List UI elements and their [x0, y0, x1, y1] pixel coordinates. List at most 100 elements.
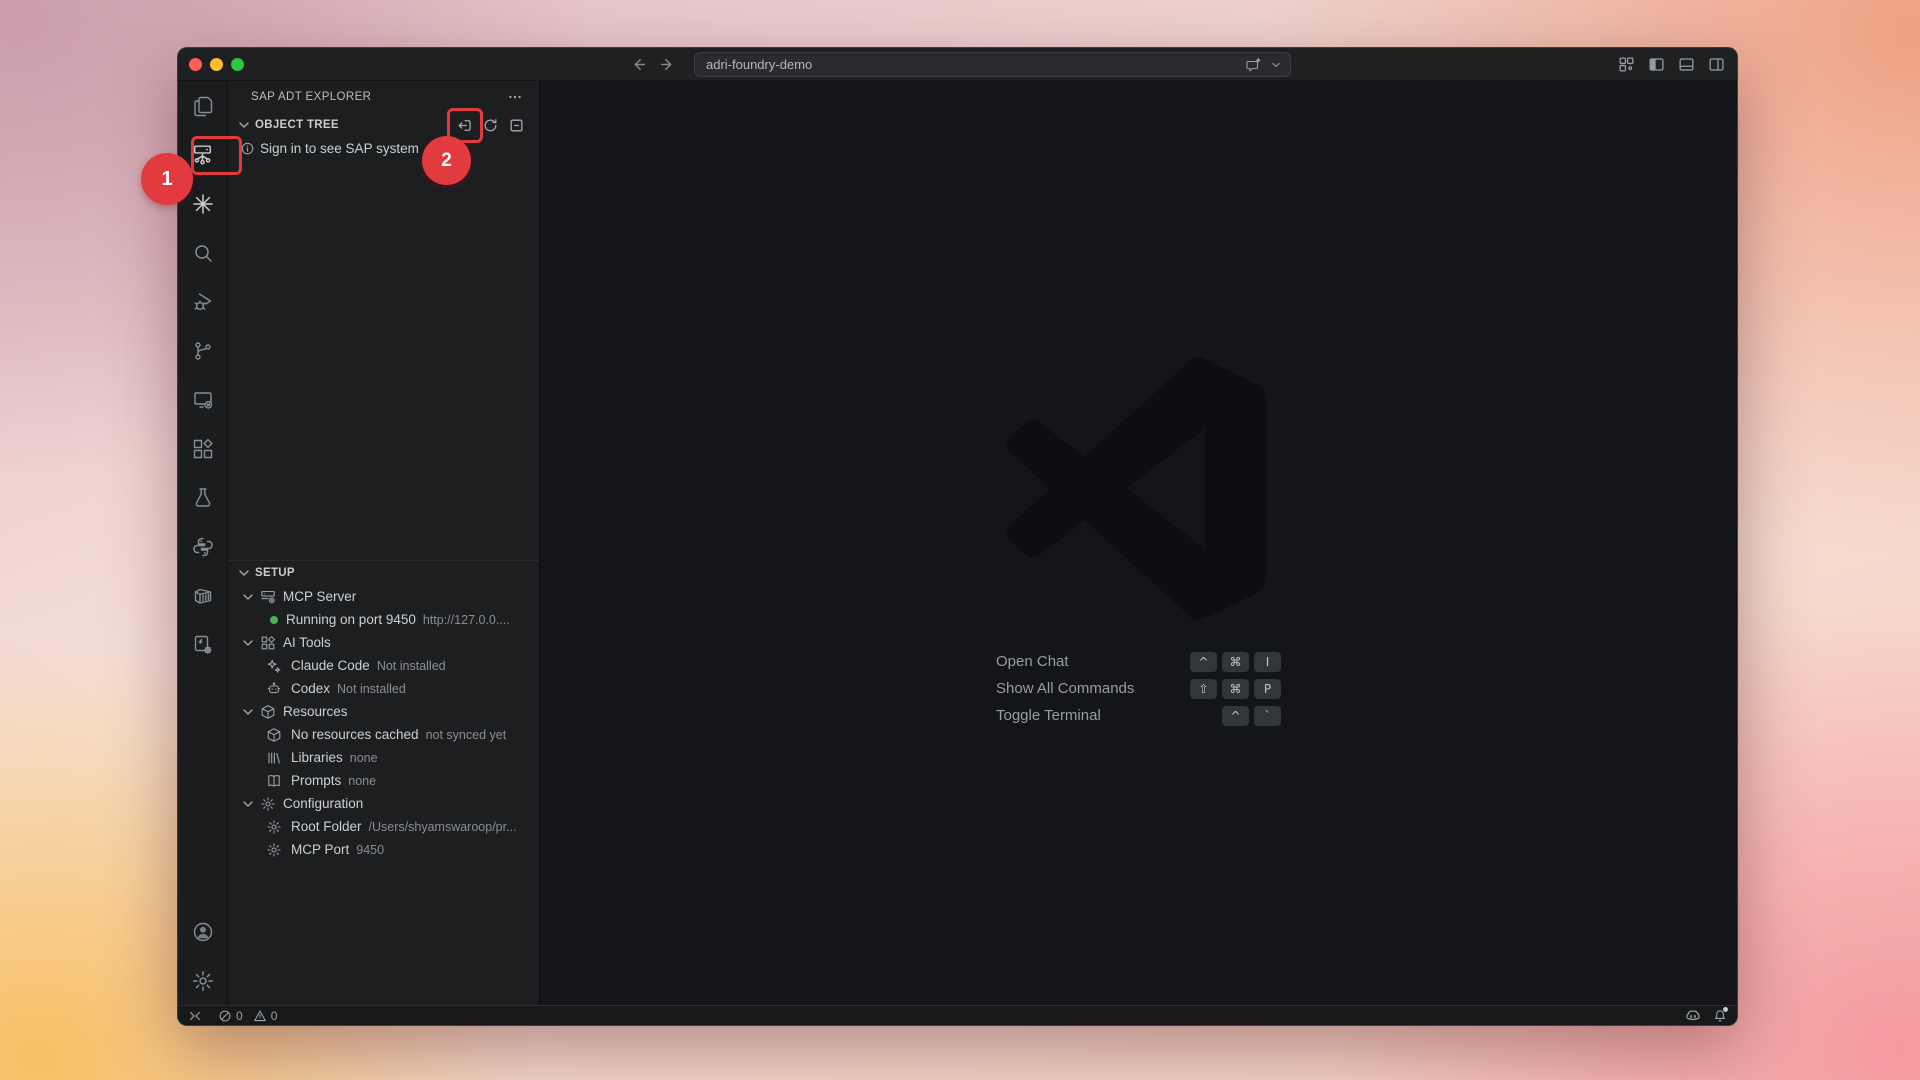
remote-indicator-icon[interactable] [188, 1009, 202, 1023]
navigate-back-icon[interactable] [630, 56, 647, 73]
tree-row-server-status[interactable]: Running on port 9450 http://127.0.0.... [228, 608, 539, 631]
chat-dropdown-chevron-icon[interactable] [1270, 59, 1282, 71]
tools-grid-icon [260, 635, 276, 651]
tree-row-libraries[interactable]: Libraries none [228, 746, 539, 769]
activity-bar [178, 81, 228, 1005]
tree-row-configuration[interactable]: Configuration [228, 792, 539, 815]
desktop: { "titlebar": { "search_text": "adri-fou… [0, 0, 1920, 1080]
navigate-forward-icon[interactable] [659, 56, 676, 73]
python-icon[interactable] [178, 522, 228, 571]
toggle-secondary-sidebar-icon[interactable] [1708, 56, 1725, 73]
tree-label: Claude Code [291, 658, 370, 673]
zoom-window-button[interactable] [231, 58, 244, 71]
tree-value: Not installed [377, 659, 446, 673]
extensions-icon[interactable] [178, 424, 228, 473]
package-icon [266, 727, 282, 743]
key-ctrl: ^ [1222, 706, 1249, 726]
book-icon [266, 773, 282, 789]
chevron-down-icon [240, 635, 256, 651]
vscode-window: adri-foundry-demo [177, 47, 1738, 1026]
tree-label: MCP Server [283, 589, 356, 604]
status-bar: 0 0 [178, 1005, 1737, 1025]
tree-label: No resources cached [291, 727, 419, 742]
key-backtick: ` [1254, 706, 1281, 726]
tree-row-resources[interactable]: Resources [228, 700, 539, 723]
containers-icon[interactable] [178, 571, 228, 620]
package-icon [260, 704, 276, 720]
annotation-step-1-badge: 1 [141, 153, 193, 205]
collapse-all-icon[interactable] [508, 117, 525, 134]
search-icon[interactable] [178, 228, 228, 277]
key-cmd: ⌘ [1222, 679, 1249, 699]
tree-value: not synced yet [426, 728, 507, 742]
chevron-down-icon [240, 704, 256, 720]
tree-value: none [348, 774, 376, 788]
error-count: 0 [236, 1009, 243, 1023]
toggle-primary-sidebar-icon[interactable] [1648, 56, 1665, 73]
chevron-down-icon [236, 565, 252, 581]
gear-icon [260, 796, 276, 812]
explorer-icon[interactable] [178, 81, 228, 130]
customize-layout-icon[interactable] [1618, 56, 1635, 73]
sign-in-message-row[interactable]: Sign in to see SAP system [228, 137, 539, 160]
shortcut-label: Toggle Terminal [996, 707, 1222, 724]
accounts-icon[interactable] [178, 907, 228, 956]
tree-row-claude-code[interactable]: Claude Code Not installed [228, 654, 539, 677]
titlebar: adri-foundry-demo [178, 48, 1737, 81]
setup-header-row[interactable]: SETUP [228, 561, 539, 585]
chevron-down-icon [240, 589, 256, 605]
library-icon [266, 750, 282, 766]
key-cmd: ⌘ [1222, 652, 1249, 672]
tree-row-mcp-server[interactable]: MCP Server [228, 585, 539, 608]
notifications-bell-icon[interactable] [1713, 1009, 1727, 1023]
tree-label: Libraries [291, 750, 343, 765]
tree-row-ai-tools[interactable]: AI Tools [228, 631, 539, 654]
source-control-icon[interactable] [178, 326, 228, 375]
tree-label: MCP Port [291, 842, 349, 857]
object-tree-header: OBJECT TREE [255, 119, 453, 131]
server-gear-icon [260, 589, 276, 605]
copilot-chat-icon[interactable] [1245, 57, 1261, 73]
command-center-search[interactable]: adri-foundry-demo [694, 52, 1291, 77]
tree-row-root-folder[interactable]: Root Folder /Users/shyamswaroop/pr... [228, 815, 539, 838]
close-window-button[interactable] [189, 58, 202, 71]
tree-row-mcp-port[interactable]: MCP Port 9450 [228, 838, 539, 861]
tree-value: none [350, 751, 378, 765]
traffic-lights [189, 58, 244, 71]
chevron-down-icon [236, 117, 252, 133]
running-status-dot [270, 616, 278, 624]
tree-label: AI Tools [283, 635, 331, 650]
gear-icon [266, 842, 282, 858]
annotation-step-2-badge: 2 [422, 136, 471, 185]
refresh-icon[interactable] [482, 117, 499, 134]
annotation-highlight-sap-icon [191, 136, 242, 175]
gear-icon [266, 819, 282, 835]
code-settings-icon[interactable] [178, 620, 228, 669]
tree-row-codex[interactable]: Codex Not installed [228, 677, 539, 700]
sparkle-icon [266, 658, 282, 674]
sidebar-title: SAP ADT EXPLORER [251, 91, 507, 103]
view-more-actions-icon[interactable] [507, 89, 523, 105]
warning-count: 0 [271, 1009, 278, 1023]
copilot-status-icon[interactable] [1685, 1008, 1701, 1024]
info-icon [240, 141, 255, 156]
run-and-debug-icon[interactable] [178, 277, 228, 326]
shortcut-label: Open Chat [996, 653, 1190, 670]
tree-row-resource-cache[interactable]: No resources cached not synced yet [228, 723, 539, 746]
toggle-panel-icon[interactable] [1678, 56, 1695, 73]
testing-icon[interactable] [178, 473, 228, 522]
settings-gear-icon[interactable] [178, 956, 228, 1005]
tree-value: /Users/shyamswaroop/pr... [369, 820, 517, 834]
problems-indicator[interactable]: 0 0 [218, 1009, 283, 1023]
remote-explorer-icon[interactable] [178, 375, 228, 424]
tree-label: Running on port 9450 [286, 612, 416, 627]
vscode-watermark-logo [1006, 356, 1271, 621]
setup-header: SETUP [255, 567, 539, 579]
section-object-tree[interactable]: OBJECT TREE [228, 113, 539, 137]
shortcut-label: Show All Commands [996, 680, 1190, 697]
editor-area: Open Chat ^ ⌘ I Show All Commands ⇧ ⌘ P [540, 81, 1737, 1005]
sign-in-message: Sign in to see SAP system [260, 141, 419, 156]
tree-row-prompts[interactable]: Prompts none [228, 769, 539, 792]
tree-label: Root Folder [291, 819, 362, 834]
minimize-window-button[interactable] [210, 58, 223, 71]
